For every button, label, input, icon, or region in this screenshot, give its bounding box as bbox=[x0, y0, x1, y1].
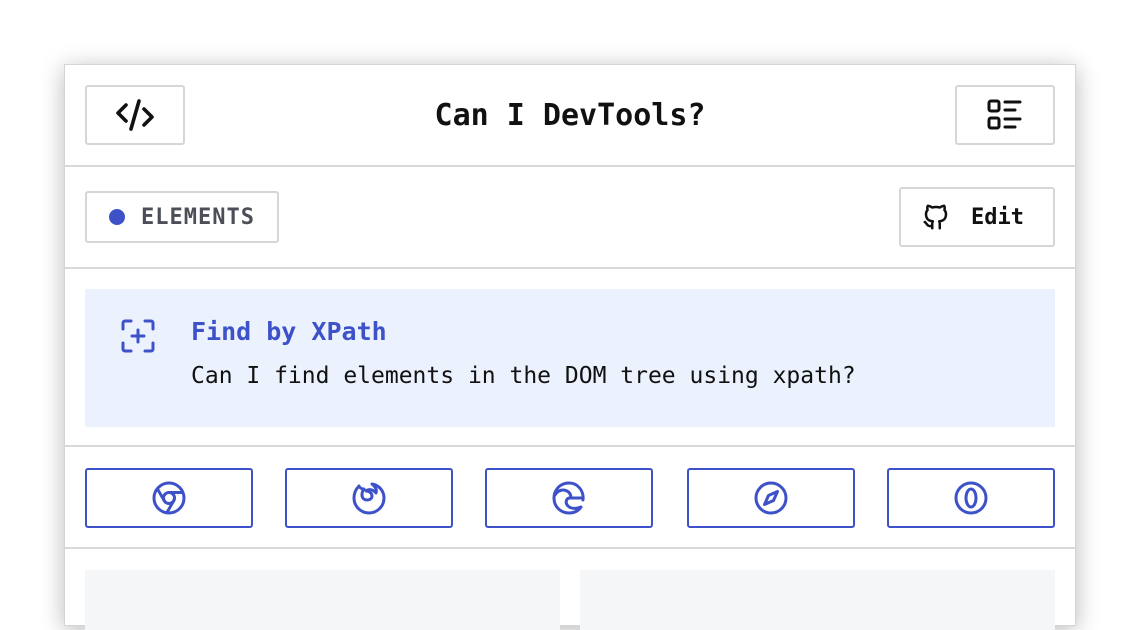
page-title-wrap: Can I DevTools? bbox=[65, 65, 1075, 165]
chrome-icon bbox=[152, 481, 186, 515]
category-dot bbox=[109, 209, 125, 225]
category-bar: ELEMENTS Edit bbox=[65, 167, 1075, 269]
list-icon bbox=[987, 99, 1022, 130]
browser-support-bar bbox=[65, 447, 1075, 549]
browser-button-edge[interactable] bbox=[485, 468, 653, 528]
browser-button-safari[interactable] bbox=[687, 468, 855, 528]
feature-section: Find by XPath Can I find elements in the… bbox=[65, 269, 1075, 447]
focus-add-icon bbox=[121, 319, 155, 353]
support-panel-right bbox=[580, 570, 1055, 630]
feature-card: Can I DevTools? ELEMENTS Edit Find by XP… bbox=[64, 64, 1076, 630]
support-panel-left bbox=[85, 570, 560, 630]
browser-button-opera[interactable] bbox=[887, 468, 1055, 528]
header-bar: Can I DevTools? bbox=[65, 65, 1075, 167]
feature-summary: Find by XPath Can I find elements in the… bbox=[85, 289, 1055, 427]
browser-button-firefox[interactable] bbox=[285, 468, 453, 528]
code-icon bbox=[116, 99, 154, 131]
github-icon bbox=[923, 204, 948, 230]
page-title: Can I DevTools? bbox=[434, 97, 706, 133]
features-list-button[interactable] bbox=[955, 85, 1055, 145]
firefox-icon bbox=[352, 482, 386, 515]
category-badge[interactable]: ELEMENTS bbox=[85, 191, 279, 243]
browser-button-chrome[interactable] bbox=[85, 468, 253, 528]
category-label: ELEMENTS bbox=[141, 204, 255, 230]
edge-icon bbox=[552, 481, 585, 515]
feature-title: Find by XPath bbox=[191, 317, 387, 346]
support-details bbox=[65, 549, 1075, 630]
opera-icon bbox=[954, 481, 988, 515]
home-button[interactable] bbox=[85, 85, 185, 145]
edit-button[interactable]: Edit bbox=[899, 187, 1055, 247]
feature-description: Can I find elements in the DOM tree usin… bbox=[191, 363, 856, 389]
edit-label: Edit bbox=[971, 204, 1024, 230]
safari-icon bbox=[754, 481, 788, 515]
